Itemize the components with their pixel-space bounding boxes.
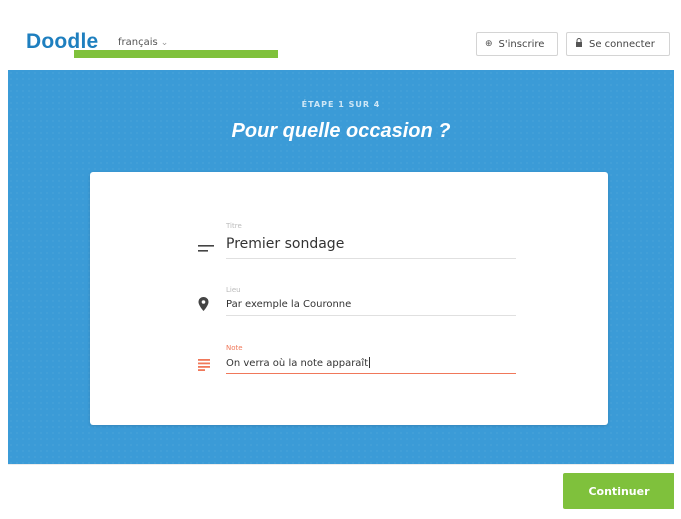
location-pin-icon bbox=[198, 296, 209, 315]
location-underline bbox=[226, 315, 516, 316]
note-underline bbox=[226, 373, 516, 374]
chevron-down-icon: ⌄ bbox=[160, 38, 169, 48]
signup-button[interactable]: ⊕ S'inscrire bbox=[476, 32, 558, 56]
language-label: français bbox=[118, 37, 158, 48]
note-label: Note bbox=[226, 344, 243, 352]
location-input[interactable]: Par exemple la Couronne bbox=[226, 299, 351, 310]
footer-bar: Continuer bbox=[8, 464, 674, 512]
title-input[interactable]: Premier sondage bbox=[226, 236, 344, 252]
language-selector[interactable]: français ⌄ bbox=[118, 37, 168, 48]
app-frame: Doodle français ⌄ ⊕ S'inscrire Se connect… bbox=[8, 8, 674, 512]
hero-band: ÉTAPE 1 SUR 4 Pour quelle occasion ? Tit… bbox=[8, 70, 674, 464]
step-indicator: ÉTAPE 1 SUR 4 bbox=[301, 100, 381, 109]
login-button[interactable]: Se connecter bbox=[566, 32, 670, 56]
top-header: Doodle français ⌄ ⊕ S'inscrire Se connect… bbox=[8, 8, 674, 71]
title-lines-icon bbox=[198, 239, 214, 258]
note-input[interactable]: On verra où la note apparaît bbox=[226, 357, 371, 369]
continue-button[interactable]: Continuer bbox=[563, 473, 674, 509]
note-text: On verra où la note apparaît bbox=[226, 358, 369, 369]
note-lines-icon bbox=[198, 356, 210, 375]
title-label: Titre bbox=[226, 222, 242, 230]
globe-icon: ⊕ bbox=[485, 39, 493, 49]
signup-label: S'inscrire bbox=[498, 38, 545, 50]
login-label: Se connecter bbox=[589, 38, 655, 50]
title-underline bbox=[226, 258, 516, 259]
progress-bar bbox=[74, 50, 278, 58]
page-title: Pour quelle occasion ? bbox=[231, 120, 451, 142]
location-label: Lieu bbox=[226, 286, 241, 294]
text-cursor bbox=[369, 357, 371, 368]
lock-icon bbox=[575, 38, 583, 50]
poll-form-card: Titre Premier sondage Lieu Par exemple l… bbox=[90, 172, 608, 425]
